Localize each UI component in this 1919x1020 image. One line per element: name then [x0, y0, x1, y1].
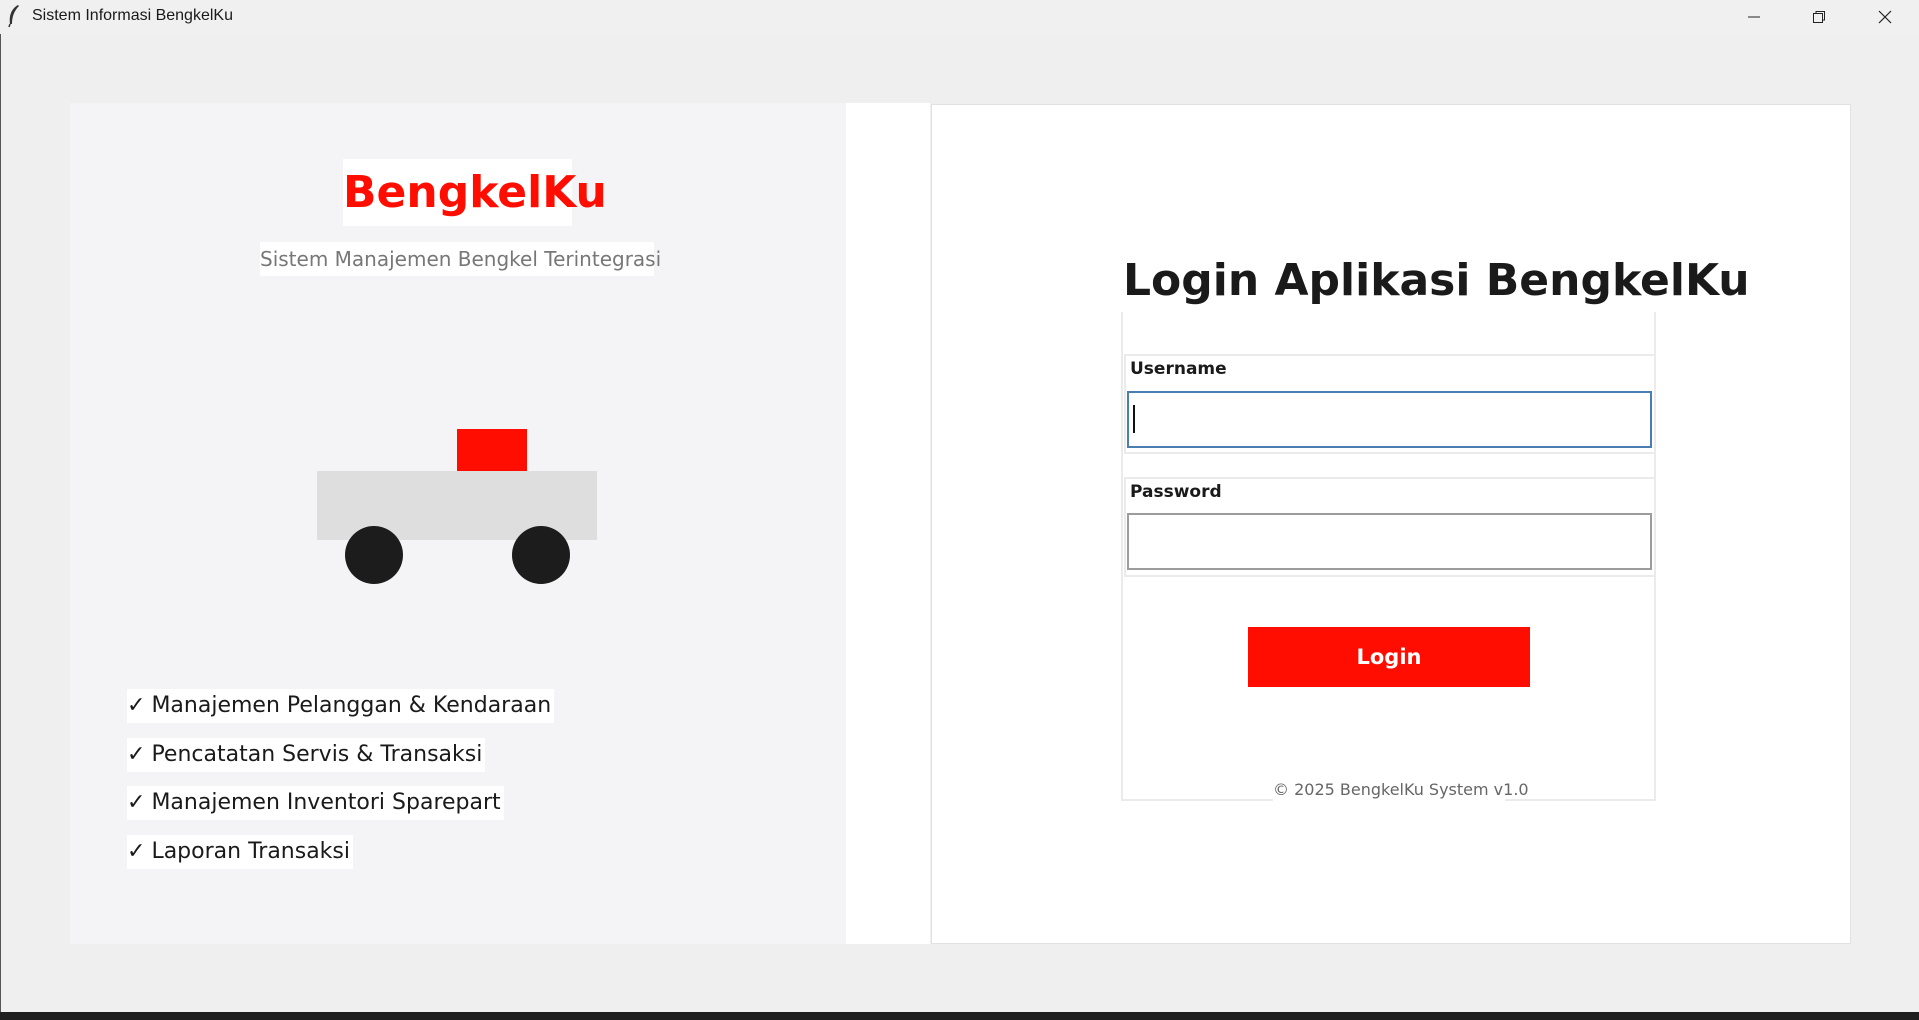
car-wheel-right: [512, 526, 570, 584]
car-wheel-left: [345, 526, 403, 584]
window-border: [0, 34, 1, 1012]
feature-text: Manajemen Inventori Sparepart: [151, 790, 501, 815]
username-input[interactable]: [1127, 391, 1652, 448]
title-bar: Sistem Informasi BengkelKu: [0, 0, 1919, 34]
close-button[interactable]: [1853, 0, 1917, 34]
feature-text: Pencatatan Servis & Transaksi: [151, 742, 483, 767]
taskbar-edge: [0, 1012, 1919, 1020]
footer-copyright: © 2025 BengkelKu System v1.0: [1273, 778, 1529, 802]
check-icon: ✓: [127, 839, 146, 864]
username-label: Username: [1130, 359, 1231, 379]
check-icon: ✓: [127, 693, 146, 718]
text-cursor: [1133, 405, 1135, 433]
password-label: Password: [1130, 482, 1226, 502]
feature-item: ✓ Manajemen Pelanggan & Kendaraan: [127, 689, 555, 723]
brand-title: BengkelKu: [343, 159, 607, 226]
brand-tagline: Sistem Manajemen Bengkel Terintegrasi: [260, 242, 661, 276]
feature-item: ✓ Manajemen Inventori Sparepart: [127, 786, 504, 820]
feather-icon: [6, 4, 22, 28]
window-title: Sistem Informasi BengkelKu: [32, 7, 233, 24]
panel-divider: [846, 103, 930, 944]
feature-text: Manajemen Pelanggan & Kendaraan: [151, 693, 552, 718]
login-button[interactable]: Login: [1248, 627, 1530, 687]
check-icon: ✓: [127, 790, 146, 815]
feature-item: ✓ Pencatatan Servis & Transaksi: [127, 738, 486, 772]
car-roof: [457, 429, 527, 471]
minimize-button[interactable]: [1722, 0, 1786, 34]
check-icon: ✓: [127, 742, 146, 767]
feature-item: ✓ Laporan Transaksi: [127, 835, 353, 869]
login-title: Login Aplikasi BengkelKu: [1123, 255, 1750, 306]
password-input[interactable]: [1127, 513, 1652, 570]
restore-button[interactable]: [1787, 0, 1851, 34]
feature-text: Laporan Transaksi: [151, 839, 350, 864]
